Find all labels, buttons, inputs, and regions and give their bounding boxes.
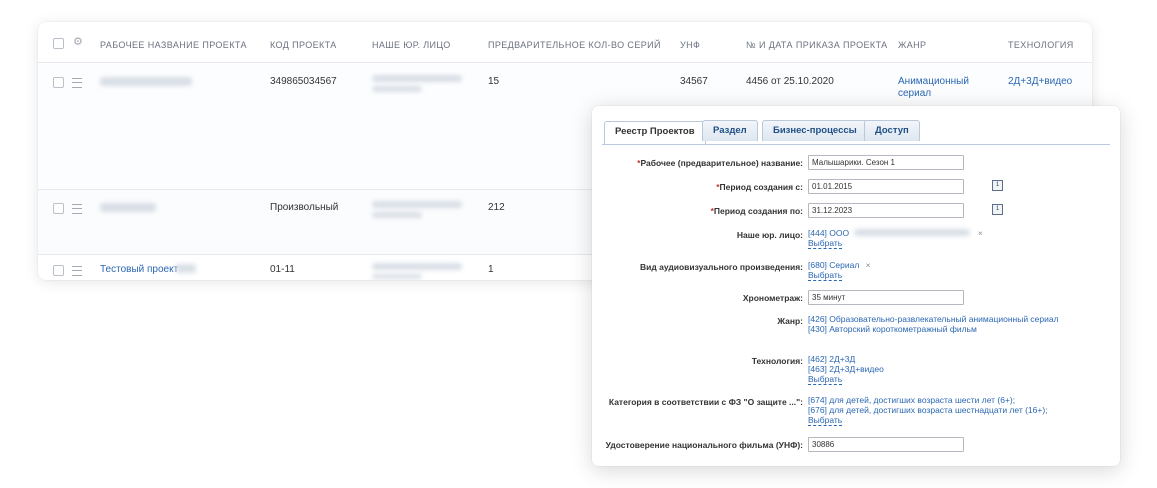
row-series: 1 (488, 264, 494, 275)
row-series: 15 (488, 76, 500, 87)
field-label-duration: Хронометраж: (742, 293, 803, 303)
end-date-input[interactable] (808, 203, 964, 218)
tab-access[interactable]: Доступ (864, 120, 920, 141)
row-unf: 34567 (680, 76, 708, 87)
table-header: ⚙ РАБОЧЕЕ НАЗВАНИЕ ПРОЕКТА КОД ПРОЕКТА Н… (38, 22, 1092, 63)
project-edit-dialog: Реестр Проектов Раздел Бизнес-процессы Д… (592, 106, 1120, 466)
tab-section[interactable]: Раздел (702, 120, 758, 141)
field-label-start: *Период создания с: (716, 182, 803, 192)
calendar-icon[interactable]: 1 (992, 180, 1003, 191)
row-genre[interactable]: Анимационный сериал (898, 76, 978, 100)
field-label-end: *Период создания по: (710, 206, 803, 216)
tab-business-processes[interactable]: Бизнес-процессы (762, 120, 868, 141)
remove-icon[interactable]: × (978, 228, 983, 238)
calendar-icon[interactable]: 1 (992, 204, 1003, 215)
row-checkbox[interactable] (53, 265, 64, 276)
menu-icon[interactable] (72, 204, 82, 214)
redacted-entity (854, 229, 971, 236)
redacted-name (100, 203, 156, 212)
tabs-bar: Реестр Проектов Раздел Бизнес-процессы Д… (602, 120, 1110, 145)
column-header-entity[interactable]: НАШЕ ЮР. ЛИЦО (372, 22, 451, 62)
column-header-unf[interactable]: УНФ (680, 22, 700, 62)
redacted-entity (372, 201, 462, 208)
row-checkbox[interactable] (53, 77, 64, 88)
redacted-entity (372, 274, 422, 279)
redacted-entity (372, 263, 462, 270)
field-label-genre: Жанр: (777, 316, 803, 326)
category-select-link[interactable]: Выбрать (808, 416, 843, 426)
work-type-select-link[interactable]: Выбрать (808, 271, 843, 281)
column-header-genre[interactable]: ЖАНР (898, 22, 926, 62)
column-header-tech[interactable]: ТЕХНОЛОГИЯ (1008, 22, 1074, 62)
menu-icon[interactable] (72, 78, 82, 88)
name-input[interactable] (808, 155, 964, 170)
tech-select-link[interactable]: Выбрать (808, 375, 843, 385)
row-name-link[interactable]: Тестовый проект (100, 264, 178, 275)
row-checkbox[interactable] (53, 203, 64, 214)
row-code: 349865034567 (270, 76, 337, 87)
redacted-entity (372, 75, 462, 82)
genre-value: [426] Образовательно-развлекательный ани… (808, 314, 1059, 334)
tech-value: [462] 2Д+3Д [463] 2Д+3Д+видео Выбрать (808, 354, 884, 385)
menu-icon[interactable] (72, 266, 82, 276)
entity-value: [444] ООО × Выбрать (808, 228, 983, 249)
gear-icon[interactable]: ⚙ (73, 37, 83, 48)
remove-icon[interactable]: × (866, 260, 871, 270)
tab-registry[interactable]: Реестр Проектов (604, 121, 706, 144)
redacted-entity (372, 212, 422, 218)
row-series: 212 (488, 202, 505, 213)
field-label-unf: Удостоверение национального фильма (УНФ)… (605, 440, 803, 450)
column-header-name[interactable]: РАБОЧЕЕ НАЗВАНИЕ ПРОЕКТА (100, 22, 247, 62)
work-type-value: [680] Сериал × Выбрать (808, 260, 871, 281)
redacted-entity (372, 86, 422, 92)
unf-input[interactable] (808, 437, 964, 452)
entity-select-link[interactable]: Выбрать (808, 239, 843, 249)
category-value: [674] для детей, достигших возраста шест… (808, 395, 1048, 426)
redacted-name (176, 264, 196, 273)
redacted-name (100, 77, 192, 86)
start-date-input[interactable] (808, 179, 964, 194)
field-label-name: *Рабочее (предварительное) название: (637, 158, 803, 168)
column-header-order[interactable]: № И ДАТА ПРИКАЗА ПРОЕКТА (746, 22, 888, 62)
column-header-series[interactable]: ПРЕДВАРИТЕЛЬНОЕ КОЛ-ВО СЕРИЙ (488, 22, 661, 62)
row-tech[interactable]: 2Д+3Д+видео (1008, 76, 1072, 87)
row-code: Произвольный (270, 202, 339, 213)
row-code: 01-11 (270, 264, 295, 275)
row-order: 4456 от 25.10.2020 (746, 76, 834, 87)
field-label-category: Категория в соответствии с ФЗ "О защите … (608, 397, 803, 407)
field-label-entity: Наше юр. лицо: (736, 230, 803, 240)
field-label-work-type: Вид аудиовизуального произведения: (640, 262, 803, 272)
duration-input[interactable] (808, 290, 964, 305)
column-header-code[interactable]: КОД ПРОЕКТА (270, 22, 337, 62)
select-all-checkbox[interactable] (53, 38, 64, 49)
field-label-tech: Технология: (751, 356, 803, 366)
